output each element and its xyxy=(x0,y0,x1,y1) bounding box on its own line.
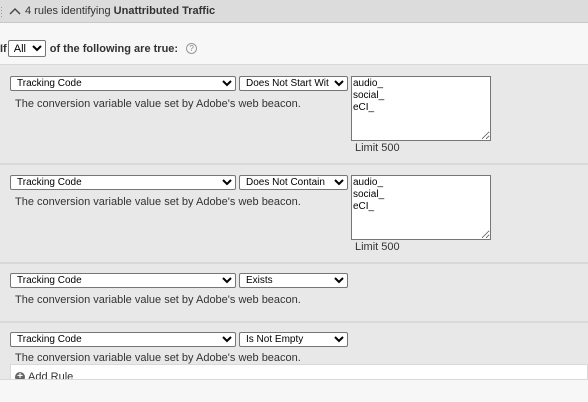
rule-description: The conversion variable value set by Ado… xyxy=(15,294,301,306)
add-rule-label[interactable]: Add Rule xyxy=(28,371,73,379)
rule-set-title: 4 rules identifying Unattributed Traffic xyxy=(25,5,215,17)
rule-field-select[interactable]: Tracking Code xyxy=(10,273,236,288)
rule-row: Tracking Code Does Not Start With The co… xyxy=(0,64,588,164)
rule-operator-select[interactable]: Exists xyxy=(239,273,348,288)
limit-label: Limit 500 xyxy=(355,142,400,154)
rule-description: The conversion variable value set by Ado… xyxy=(15,352,301,364)
help-icon[interactable]: ? xyxy=(186,43,198,54)
rule-values-textarea[interactable]: audio_ social_ eCI_ xyxy=(351,76,491,141)
rule-operator-select[interactable]: Does Not Contain xyxy=(239,175,348,190)
rule-field-select[interactable]: Tracking Code xyxy=(10,332,236,347)
chevron-up-icon[interactable] xyxy=(9,6,21,16)
add-rule-button[interactable]: + Add Rule xyxy=(10,364,588,379)
if-label: If xyxy=(0,42,7,55)
limit-label: Limit 500 xyxy=(355,241,400,253)
rule-field-select[interactable]: Tracking Code xyxy=(10,175,236,190)
rule-field-select[interactable]: Tracking Code xyxy=(10,76,236,91)
rule-description: The conversion variable value set by Ado… xyxy=(15,196,301,208)
drag-handle-icon[interactable] xyxy=(1,5,5,18)
rule-operator-select[interactable]: Is Not Empty xyxy=(239,332,348,347)
rules-panel: If All Any of the following are true: ? … xyxy=(0,23,588,402)
rule-operator-select[interactable]: Does Not Start With xyxy=(239,76,348,91)
rule-count-text: 4 rules identifying xyxy=(25,5,111,17)
condition-text: of the following are true: xyxy=(49,42,179,55)
rule-description: The conversion variable value set by Ado… xyxy=(15,98,301,110)
rule-set-name: Unattributed Traffic xyxy=(113,5,216,17)
rule-set-header[interactable]: 4 rules identifying Unattributed Traffic xyxy=(0,0,588,23)
rule-values-textarea[interactable]: audio_ social_ eCI_ xyxy=(351,175,491,240)
plus-circle-icon[interactable]: + xyxy=(15,372,25,379)
condition-row: If All Any of the following are true: ? xyxy=(0,40,198,57)
rule-row: Tracking Code Exists The conversion vari… xyxy=(0,263,588,322)
match-type-select[interactable]: All Any xyxy=(7,40,46,57)
rule-row: Tracking Code Does Not Contain The conve… xyxy=(0,164,588,263)
